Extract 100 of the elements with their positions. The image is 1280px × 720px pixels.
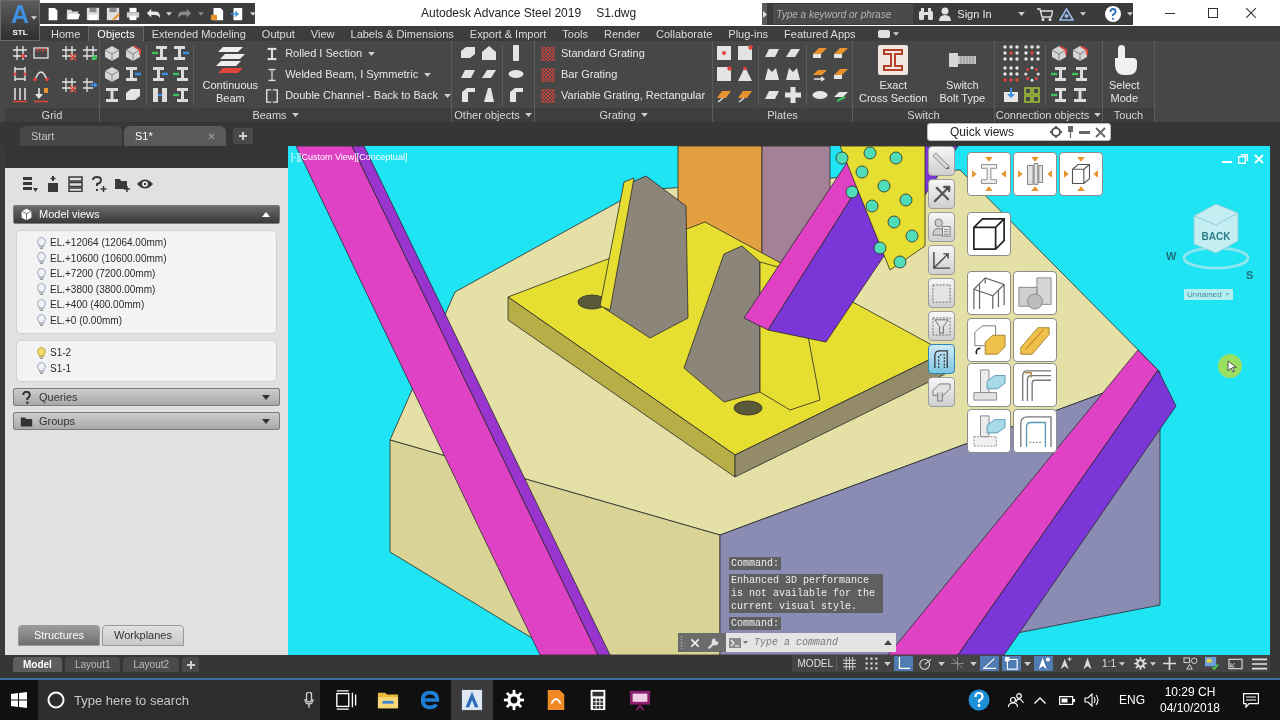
section-header[interactable]: Groups (13, 412, 280, 430)
caret-down-icon[interactable] (938, 661, 946, 666)
caret-down-icon[interactable] (444, 93, 451, 98)
triangle-icon[interactable] (1058, 7, 1074, 21)
beam-joint-icon[interactable] (932, 382, 951, 402)
box-icon[interactable] (104, 45, 120, 61)
palette-title-bar[interactable]: Quick views (927, 123, 1111, 141)
box-icon[interactable] (1072, 45, 1088, 61)
people-icon[interactable] (1008, 693, 1024, 707)
palette-tool-button[interactable] (928, 377, 955, 407)
command-input[interactable]: Type a command (754, 635, 882, 650)
download-box-icon[interactable] (1003, 87, 1019, 103)
ribbon-list-button[interactable]: Standard Grating (541, 43, 712, 64)
pin-icon[interactable] (1067, 126, 1074, 138)
minimize-icon[interactable] (1079, 130, 1090, 134)
stack-arrow-icon[interactable] (22, 175, 38, 192)
palette-tool-button[interactable] (928, 212, 955, 242)
screen-icon[interactable] (629, 689, 651, 711)
chevron-up-icon[interactable] (1034, 696, 1046, 704)
app-tile-icon[interactable] (461, 689, 483, 711)
ribbon-large-button[interactable]: Exact Cross Section (856, 45, 931, 105)
expand-search-button[interactable] (762, 3, 768, 25)
model-view-item[interactable]: EL.+10600 (10600.00mm) (17, 250, 276, 266)
grip-icon[interactable] (680, 636, 683, 649)
beam-stack-icon[interactable] (215, 45, 246, 75)
caret-up-icon[interactable] (884, 640, 892, 645)
caret-down-icon[interactable] (31, 16, 37, 20)
maximize-icon[interactable] (1208, 8, 1218, 18)
ruler-icon[interactable] (33, 45, 49, 61)
caret-down-icon[interactable] (166, 11, 172, 16)
cart-icon[interactable] (1036, 7, 1053, 21)
palette-tool-button[interactable] (928, 311, 955, 341)
user-icon[interactable] (939, 7, 952, 21)
caret-down-icon[interactable] (291, 113, 299, 117)
ribbon-tab[interactable]: Tools (554, 26, 596, 41)
model-view-item[interactable]: S1-2 (17, 345, 276, 361)
bent-plate-icon[interactable] (932, 349, 951, 369)
ribbon-large-button[interactable]: Continuous Beam (199, 45, 262, 105)
person-card-icon[interactable] (932, 217, 951, 237)
i-beam-icon[interactable] (1072, 87, 1088, 103)
ribbon-tab[interactable]: Objects (88, 26, 144, 41)
folded-plate-icon[interactable] (833, 66, 849, 82)
caret-right-icon[interactable] (762, 10, 767, 18)
angle-icon[interactable] (460, 87, 476, 103)
save-icon[interactable] (86, 6, 100, 21)
model-view-item[interactable]: S1-1 (17, 360, 276, 376)
dot-grid-icon[interactable] (1003, 66, 1019, 82)
fullscreen-icon[interactable] (1228, 657, 1243, 670)
ribbon-list-button[interactable]: Variable Grating, Rectangular (541, 85, 712, 106)
pentagon-icon[interactable] (481, 45, 497, 61)
model-view-item[interactable]: EL.+7200 (7200.00mm) (17, 266, 276, 282)
document-icon[interactable] (210, 6, 224, 21)
save-as-icon[interactable] (106, 6, 120, 21)
hammer-wrench-icon[interactable] (932, 184, 951, 204)
caret-down-icon[interactable] (1079, 12, 1086, 16)
dot-grid-icon[interactable] (1024, 45, 1040, 61)
slab-icon[interactable] (124, 87, 141, 103)
model-view-item[interactable]: EL.+3800 (3800.00mm) (17, 281, 276, 297)
model-space-button[interactable]: MODEL (794, 656, 838, 671)
settings-icon[interactable] (1050, 126, 1062, 138)
dot-ring-icon[interactable] (1024, 66, 1040, 82)
new-file-icon[interactable] (46, 6, 60, 21)
funnel-icon[interactable] (932, 316, 951, 336)
box-icon[interactable] (1051, 45, 1067, 61)
i-beam-icon[interactable] (1051, 87, 1067, 103)
box-icon[interactable] (104, 66, 120, 82)
ribbon-tab[interactable]: Render (595, 26, 649, 41)
caret-down-icon[interactable] (892, 31, 899, 36)
caret-down-icon[interactable] (970, 661, 978, 666)
help-icon[interactable] (1105, 6, 1121, 22)
model-view-item[interactable]: EL.+0 (0.00mm) (17, 312, 276, 328)
layout-tab[interactable]: Layout2 (123, 657, 180, 672)
cross-icon[interactable] (785, 87, 801, 103)
search-field[interactable]: Type a keyword or phrase (773, 4, 914, 24)
ribbon-large-button[interactable]: Switch Bolt Type (936, 45, 989, 105)
sign-in-button[interactable]: Sign In (939, 5, 992, 23)
caret-down-icon[interactable] (250, 11, 256, 16)
arrow-down-icon[interactable] (33, 87, 49, 103)
columns-icon[interactable] (12, 87, 28, 103)
ribbon-tab[interactable]: Labels & Dimensions (342, 26, 462, 41)
rounded-box-icon[interactable] (877, 29, 890, 38)
battery-icon[interactable] (1059, 695, 1075, 705)
spike-icon[interactable] (481, 87, 497, 103)
annotation-scale-button[interactable]: 1:1 (1100, 656, 1127, 671)
palette-tool-button[interactable] (928, 146, 955, 176)
minimize-icon[interactable] (1165, 12, 1175, 14)
four-squares-icon[interactable] (1024, 87, 1040, 103)
ribbon-tab[interactable]: Export & Import (461, 26, 555, 41)
square-icon[interactable] (716, 66, 732, 82)
caret-down-icon[interactable] (640, 113, 648, 117)
taskbar-app-button[interactable] (451, 680, 493, 720)
settings-icon[interactable] (503, 689, 525, 711)
printer-icon[interactable] (126, 6, 140, 21)
grid-icon[interactable] (12, 45, 28, 61)
ribbon-tab[interactable]: Extended Modeling (143, 26, 254, 41)
add-layout-button[interactable] (182, 657, 200, 672)
caret-down-icon[interactable] (1127, 12, 1133, 16)
i-beam-icon[interactable] (151, 66, 168, 82)
ribbon-list-button[interactable]: Welded Beam, I Symmetric (265, 64, 451, 85)
i-beam-icon[interactable] (104, 87, 120, 103)
